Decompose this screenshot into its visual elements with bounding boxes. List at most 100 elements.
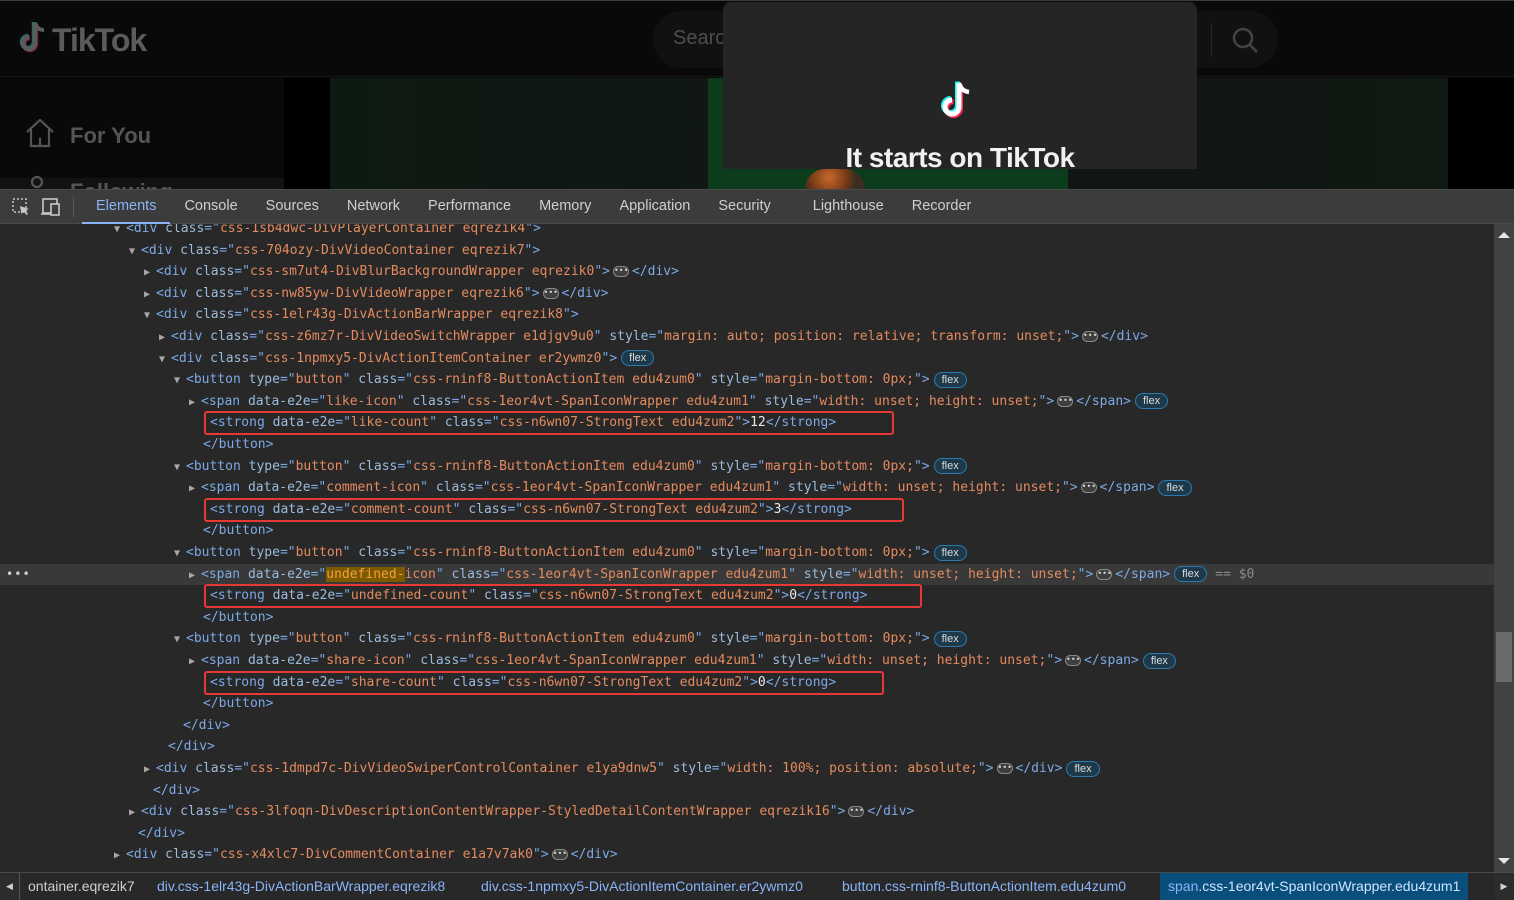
- expand-ellipsis-button[interactable]: •••: [1080, 482, 1097, 494]
- dom-node[interactable]: ▼ <div class="css-1npmxy5-DivActionItemCo…: [0, 348, 1494, 369]
- attribute-value[interactable]: like-icon: [326, 394, 396, 409]
- attribute-name[interactable]: type: [249, 631, 280, 646]
- collapsed-triangle-icon[interactable]: ▶: [189, 565, 201, 586]
- expand-ellipsis-button[interactable]: •••: [1096, 568, 1113, 580]
- dom-node[interactable]: ▼ <button type="button" class="css-rninf8…: [0, 369, 1494, 390]
- attribute-value[interactable]: css-1dmpd7c-DivVideoSwiperControlContain…: [250, 761, 657, 776]
- attribute-name[interactable]: style: [710, 372, 749, 387]
- dom-node[interactable]: ▼ <div class="css-1sb4dwc-DivPlayerContai…: [0, 224, 1494, 239]
- breadcrumb-item[interactable]: ontainer.eqrezik7: [28, 873, 135, 900]
- flex-badge[interactable]: flex: [1158, 479, 1192, 496]
- attribute-value[interactable]: css-sm7ut4-DivBlurBackgroundWrapper eqre…: [250, 264, 594, 279]
- attribute-name[interactable]: class: [195, 307, 234, 322]
- collapsed-triangle-icon[interactable]: ▶: [189, 651, 201, 672]
- attribute-value[interactable]: css-1eor4vt-SpanIconWrapper edu4zum1: [475, 653, 757, 668]
- inspect-element-icon[interactable]: [9, 195, 33, 219]
- dom-node-selected[interactable]: ••• ▶ <span data-e2e="undefined-icon" clas…: [0, 563, 1494, 586]
- attribute-name[interactable]: type: [249, 545, 280, 560]
- collapsed-triangle-icon[interactable]: ▶: [189, 392, 201, 413]
- tab-performance[interactable]: Performance: [414, 190, 525, 223]
- attribute-name[interactable]: style: [710, 459, 749, 474]
- dom-node[interactable]: ▼ <button type="button" class="css-rninf8…: [0, 542, 1494, 563]
- closing-tag-line[interactable]: </button>: [0, 607, 1494, 628]
- node-actions-menu-icon[interactable]: •••: [6, 564, 31, 585]
- attribute-value[interactable]: css-z6mz7r-DivVideoSwitchWrapper e1djgv9…: [265, 329, 594, 344]
- expand-ellipsis-button[interactable]: •••: [542, 287, 559, 299]
- expand-ellipsis-button[interactable]: •••: [1065, 655, 1082, 666]
- tab-console[interactable]: Console: [170, 190, 251, 223]
- collapsed-triangle-icon[interactable]: ▶: [144, 759, 156, 780]
- flex-badge[interactable]: flex: [1142, 652, 1176, 669]
- breadcrumb-scroll-left-icon[interactable]: ◀: [0, 873, 20, 900]
- expanded-triangle-icon[interactable]: ▼: [174, 543, 186, 564]
- attribute-name[interactable]: class: [358, 545, 397, 560]
- flex-badge[interactable]: flex: [933, 630, 967, 647]
- collapsed-triangle-icon[interactable]: ▶: [129, 802, 141, 823]
- collapsed-triangle-icon[interactable]: ▶: [114, 845, 126, 866]
- dom-node[interactable]: ▶ <div class="css-z6mz7r-DivVideoSwitchWr…: [0, 326, 1494, 347]
- breadcrumb-item[interactable]: span.css-1eor4vt-SpanIconWrapper.edu4zum…: [1160, 873, 1469, 900]
- dom-node[interactable]: ▶ <span data-e2e="share-icon" class="css-…: [0, 650, 1494, 671]
- expanded-triangle-icon[interactable]: ▼: [174, 457, 186, 478]
- attribute-value[interactable]: button: [296, 459, 343, 474]
- dom-node[interactable]: ▶ <span data-e2e="comment-icon" class="cs…: [0, 477, 1494, 498]
- attribute-name[interactable]: class: [180, 804, 219, 819]
- attribute-name[interactable]: class: [180, 243, 219, 258]
- attribute-name[interactable]: style: [788, 480, 827, 495]
- attribute-value[interactable]: css-x4xlc7-DivCommentContainer e1a7v7ak0: [220, 847, 533, 862]
- attribute-value[interactable]: css-1eor4vt-SpanIconWrapper edu4zum1: [467, 394, 749, 409]
- elements-scrollbar[interactable]: [1494, 224, 1514, 872]
- attribute-value[interactable]: css-704ozy-DivVideoContainer eqrezik7: [235, 243, 525, 258]
- attribute-value[interactable]: width: unset; height: unset;: [859, 567, 1078, 582]
- search-icon[interactable]: [1230, 25, 1260, 55]
- flex-badge[interactable]: flex: [1134, 393, 1169, 410]
- attribute-value[interactable]: button: [296, 545, 343, 560]
- scrollbar-thumb[interactable]: [1496, 632, 1512, 682]
- dom-node[interactable]: ▶ <div class="css-1dmpd7c-DivVideoSwiperC…: [0, 758, 1494, 779]
- dom-node[interactable]: ▶ <span data-e2e="like-icon" class="css-1…: [0, 391, 1494, 412]
- attribute-name[interactable]: class: [195, 286, 234, 301]
- attribute-value[interactable]: css-rninf8-ButtonActionItem edu4zum0: [413, 459, 695, 474]
- breadcrumb-item[interactable]: div.css-1npmxy5-DivActionItemContainer.e…: [481, 873, 803, 900]
- closing-tag-line[interactable]: </button>: [0, 693, 1494, 714]
- expand-ellipsis-button[interactable]: •••: [996, 763, 1013, 774]
- attribute-value[interactable]: css-rninf8-ButtonActionItem edu4zum0: [413, 545, 695, 560]
- device-toolbar-icon[interactable]: [39, 195, 63, 219]
- attribute-value[interactable]: share-icon: [326, 653, 404, 668]
- closing-tag-line[interactable]: </div>: [0, 715, 1494, 736]
- attribute-name[interactable]: data-e2e: [248, 567, 311, 582]
- expanded-triangle-icon[interactable]: ▼: [174, 370, 186, 391]
- attribute-name[interactable]: data-e2e: [248, 480, 311, 495]
- attribute-name[interactable]: class: [210, 351, 249, 366]
- tab-network[interactable]: Network: [333, 190, 414, 223]
- attribute-name[interactable]: class: [358, 372, 397, 387]
- attribute-name[interactable]: class: [195, 761, 234, 776]
- expanded-triangle-icon[interactable]: ▼: [144, 305, 156, 326]
- attribute-name[interactable]: class: [452, 567, 491, 582]
- scroll-up-arrow-icon[interactable]: [1498, 232, 1510, 238]
- collapsed-triangle-icon[interactable]: ▶: [189, 478, 201, 499]
- attribute-name[interactable]: style: [772, 653, 811, 668]
- closing-tag-line[interactable]: </div>: [0, 780, 1494, 801]
- attribute-value[interactable]: css-rninf8-ButtonActionItem edu4zum0: [413, 372, 695, 387]
- attribute-name[interactable]: style: [673, 761, 712, 776]
- attribute-name[interactable]: class: [420, 653, 459, 668]
- flex-badge[interactable]: flex: [1174, 566, 1208, 583]
- flex-badge[interactable]: flex: [1066, 760, 1100, 777]
- expand-ellipsis-button[interactable]: •••: [612, 266, 629, 278]
- collapsed-triangle-icon[interactable]: ▶: [144, 262, 156, 283]
- tab-application[interactable]: Application: [605, 190, 704, 223]
- attribute-name[interactable]: style: [765, 394, 804, 409]
- tab-recorder[interactable]: Recorder: [898, 190, 986, 223]
- attribute-value[interactable]: button: [296, 372, 343, 387]
- dom-node[interactable]: ▶ <div class="css-3lfoqn-DivDescriptionCo…: [0, 801, 1494, 822]
- attribute-value[interactable]: css-rninf8-ButtonActionItem edu4zum0: [413, 631, 695, 646]
- closing-tag-line[interactable]: </div>: [0, 736, 1494, 757]
- attribute-value[interactable]: css-3lfoqn-DivDescriptionContentWrapper-…: [235, 804, 830, 819]
- dom-node[interactable]: ▼ <div class="css-1elr43g-DivActionBarWra…: [0, 304, 1494, 325]
- flex-badge[interactable]: flex: [933, 458, 967, 475]
- attribute-name[interactable]: data-e2e: [248, 653, 311, 668]
- dom-node[interactable]: ▼ <button type="button" class="css-rninf8…: [0, 628, 1494, 649]
- dom-node[interactable]: ▶ <div class="css-x4xlc7-DivCommentContai…: [0, 844, 1494, 865]
- attribute-name[interactable]: style: [710, 545, 749, 560]
